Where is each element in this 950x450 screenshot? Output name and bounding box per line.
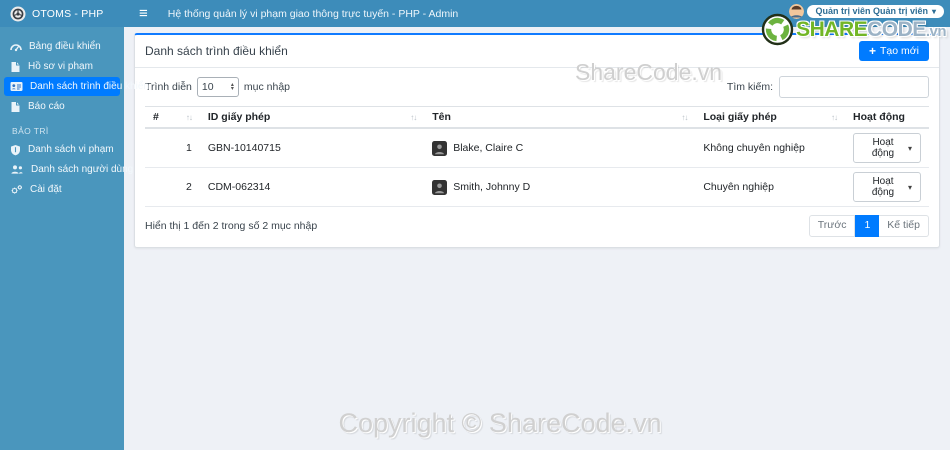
pagination-page-1[interactable]: 1 (855, 215, 880, 237)
main-content: Danh sách trình điều khiển + Tạo mới Trì… (124, 27, 950, 450)
table-controls: Trình diễn 10 ▴ ▾ mục nhập Tìm kiếm: (145, 76, 929, 98)
sidebar-item-users-list[interactable]: Danh sách người dùng (4, 160, 133, 179)
row-index: 2 (145, 167, 200, 207)
gears-icon (11, 185, 22, 194)
license-id-cell: CDM-062314 (199, 167, 425, 207)
length-suffix-label: mục nhập (243, 81, 291, 93)
file-icon (11, 101, 20, 112)
sidebar-menu: Bảng điều khiển Hồ sơ vi phạm Danh sách … (0, 27, 149, 199)
sidebar-item-label: Danh sách vi phạm (28, 144, 114, 155)
row-action-button[interactable]: Hoạt động ▾ (853, 133, 921, 163)
sidebar-item-drivers-list[interactable]: Danh sách trình điều khiển (4, 77, 149, 96)
driver-name: Smith, Johnny D (453, 181, 531, 193)
tachometer-icon (10, 43, 22, 51)
column-header-license-id[interactable]: ↑↓ ID giấy phép (199, 106, 425, 129)
top-navbar: ≡ Hệ thống quản lý vi phạm giao thông tr… (124, 0, 950, 27)
app-window: OTOMS - PHP Bảng điều khiển Hồ sơ vi phạ… (0, 0, 950, 450)
table-row: 1 GBN-10140715 Blake, Claire C Không chu… (145, 128, 929, 168)
sidebar-item-label: Bảng điều khiển (29, 41, 101, 52)
plus-icon: + (869, 44, 877, 58)
action-button-label: Hoạt động (871, 137, 895, 159)
user-dropdown[interactable]: Quản trị viên Quản trị viên ▾ (789, 4, 944, 19)
driver-avatar-icon (432, 140, 448, 156)
driver-name: Blake, Claire C (453, 142, 524, 154)
table-info-text: Hiển thị 1 đến 2 trong số 2 mục nhập (145, 219, 318, 232)
brand-logo-icon (10, 6, 26, 21)
sidebar-item-dashboard[interactable]: Bảng điều khiển (4, 37, 120, 56)
brand[interactable]: OTOMS - PHP (0, 0, 124, 27)
table-footer: Hiển thị 1 đến 2 trong số 2 mục nhập Trư… (145, 215, 929, 237)
hamburger-menu-icon[interactable]: ≡ (139, 6, 148, 21)
users-icon (11, 165, 23, 174)
column-header-index[interactable]: ↑↓ # (145, 106, 200, 129)
row-action-button[interactable]: Hoạt động ▾ (853, 172, 921, 202)
search-label: Tìm kiếm: (726, 81, 773, 93)
row-index: 1 (145, 128, 200, 168)
sidebar-item-label: Danh sách người dùng (31, 164, 134, 175)
drivers-table: ↑↓ # ↑↓ ID giấy phép ↑↓ Tên ↑↓ Loại giấy… (145, 106, 929, 207)
sort-icon: ↑↓ (681, 113, 688, 122)
sidebar-section-maintenance: BẢO TRÌ (12, 126, 49, 136)
sidebar-item-label: Danh sách trình điều khiển (30, 81, 149, 92)
search-input[interactable] (779, 76, 929, 98)
search-control: Tìm kiếm: (727, 76, 929, 98)
file-icon (11, 61, 20, 72)
sort-icon: ↑↓ (185, 113, 193, 122)
sidebar: OTOMS - PHP Bảng điều khiển Hồ sơ vi phạ… (0, 0, 149, 450)
length-value: 10 (201, 81, 214, 93)
shield-icon (11, 144, 20, 155)
pagination-prev-button[interactable]: Trước (808, 215, 856, 237)
user-pill: Quản trị viên Quản trị viên ▾ (807, 5, 944, 18)
actions-cell: Hoạt động ▾ (845, 167, 929, 207)
column-header-name[interactable]: ↑↓ Tên (424, 106, 696, 129)
column-label: Loại giấy phép (703, 111, 777, 123)
sort-icon: ↑↓ (410, 113, 417, 122)
create-button-label: Tạo mới (880, 45, 919, 57)
sidebar-item-reports[interactable]: Báo cáo (4, 97, 120, 116)
column-label: ID giấy phép (207, 111, 271, 123)
sidebar-item-label: Hồ sơ vi phạm (28, 61, 93, 72)
table-header-row: ↑↓ # ↑↓ ID giấy phép ↑↓ Tên ↑↓ Loại giấy… (145, 106, 929, 129)
select-arrows-icon: ▴ ▾ (230, 81, 234, 92)
card-body: Trình diễn 10 ▴ ▾ mục nhập Tìm kiếm: ↑↓ … (135, 68, 939, 247)
chevron-down-icon: ▾ (931, 6, 936, 16)
table-row: 2 CDM-062314 Smith, Johnny D Chuyên nghi… (145, 167, 929, 207)
user-avatar (789, 4, 805, 19)
name-cell: Blake, Claire C (424, 128, 696, 168)
sidebar-item-settings[interactable]: Cài đặt (4, 180, 120, 199)
pagination-next-button[interactable]: Kế tiếp (879, 215, 929, 237)
name-cell: Smith, Johnny D (424, 167, 696, 207)
drivers-card: Danh sách trình điều khiển + Tạo mới Trì… (134, 33, 940, 248)
sidebar-item-label: Cài đặt (30, 184, 62, 195)
brand-title: OTOMS - PHP (32, 7, 104, 20)
action-button-label: Hoạt động (871, 176, 895, 198)
license-type-cell: Chuyên nghiệp (695, 167, 846, 207)
length-prefix-label: Trình diễn (145, 81, 192, 93)
card-header: Danh sách trình điều khiển + Tạo mới (135, 35, 939, 68)
sidebar-item-label: Báo cáo (28, 101, 65, 112)
column-label: Hoạt động (853, 111, 905, 123)
sidebar-item-violation-records[interactable]: Hồ sơ vi phạm (4, 57, 120, 76)
page-title: Danh sách trình điều khiển (145, 44, 288, 58)
page-length-control: Trình diễn 10 ▴ ▾ mục nhập (145, 77, 290, 97)
chevron-down-icon: ▾ (907, 143, 912, 153)
column-header-license-type[interactable]: ↑↓ Loại giấy phép (695, 106, 846, 129)
pagination: Trước 1 Kế tiếp (808, 215, 929, 237)
user-name-label: Quản trị viên Quản trị viên (815, 6, 928, 16)
navbar-title: Hệ thống quản lý vi phạm giao thông trực… (167, 7, 459, 20)
column-header-actions: Hoạt động (845, 106, 929, 129)
create-new-button[interactable]: + Tạo mới (859, 41, 929, 61)
driver-avatar-icon (432, 179, 448, 195)
page-length-select[interactable]: 10 ▴ ▾ (196, 77, 239, 97)
sort-icon: ↑↓ (831, 113, 838, 122)
column-label: Tên (432, 111, 451, 123)
license-type-cell: Không chuyên nghiệp (695, 128, 846, 168)
column-label: # (153, 111, 159, 123)
sidebar-item-violations-list[interactable]: Danh sách vi phạm (4, 140, 120, 159)
chevron-down-icon: ▾ (907, 182, 912, 192)
id-card-icon (10, 82, 23, 91)
license-id-cell: GBN-10140715 (199, 128, 425, 168)
actions-cell: Hoạt động ▾ (845, 128, 929, 168)
